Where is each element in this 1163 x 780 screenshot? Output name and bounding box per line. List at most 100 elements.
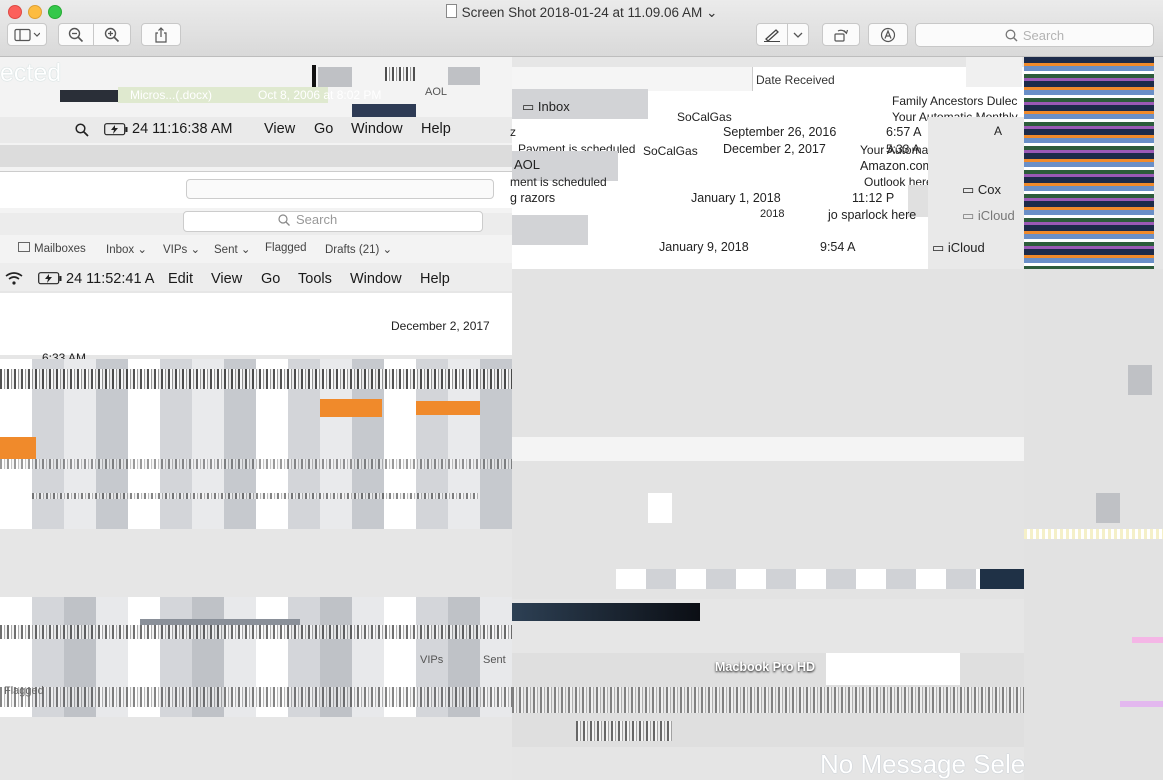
menubar-clock: 24 11:16:38 AM <box>132 121 233 137</box>
menu-edit[interactable]: Edit <box>168 271 193 287</box>
inbox-icon: ▭ <box>962 208 978 223</box>
selected-fragment-text: ected <box>0 59 62 87</box>
date-text: December 2, 2017 <box>723 142 826 156</box>
zoom-out-button[interactable] <box>58 23 94 46</box>
glitch-block <box>512 215 588 245</box>
inbox-icon: ▭ <box>522 99 538 114</box>
mailbox-inbox[interactable]: ▭ Inbox <box>522 99 570 115</box>
glitch-block <box>512 67 752 91</box>
sent-button[interactable]: Sent ⌄ <box>214 242 251 256</box>
wifi-icon <box>5 272 23 285</box>
menu-help-2[interactable]: Help <box>420 271 450 287</box>
menu-view-2[interactable]: View <box>211 271 242 287</box>
glitch-block <box>312 65 316 87</box>
mailboxes-button[interactable]: Mailboxes <box>18 242 86 255</box>
aol-small-text: AOL <box>425 86 448 98</box>
annotate-button[interactable] <box>868 23 908 46</box>
mailbox-icon <box>18 242 30 252</box>
glitch-block <box>966 57 1022 87</box>
glitch-center-area <box>512 269 1024 599</box>
inbox-button[interactable]: Inbox ⌄ <box>106 242 147 256</box>
doc-name-text: Micros...(.docx) <box>130 88 213 102</box>
markup-menu-button[interactable] <box>787 23 809 46</box>
glitch-block <box>448 67 480 85</box>
drafts-button[interactable]: Drafts (21) ⌄ <box>325 242 392 256</box>
flagged-button[interactable]: Flagged <box>265 242 307 254</box>
menu-window-2[interactable]: Window <box>350 271 402 287</box>
subject-text: Family Ancestors Dulec <box>892 94 1018 108</box>
sidebar-icon <box>14 28 40 41</box>
chevron-down-icon <box>793 32 803 38</box>
glitch-block <box>352 104 416 118</box>
mailbox-icloud-2[interactable]: ▭ iCloud <box>932 240 985 256</box>
glitch-block <box>1024 529 1163 539</box>
vips-button[interactable]: VIPs ⌄ <box>163 242 200 256</box>
glitch-mosaic <box>0 625 512 639</box>
document-icon <box>445 4 457 18</box>
time-text: 9:54 A <box>820 240 856 254</box>
menu-window[interactable]: Window <box>351 121 403 137</box>
search-field-2-placeholder: Search <box>296 212 338 227</box>
zoom-in-icon <box>104 27 120 42</box>
glitch-mosaic <box>0 369 512 389</box>
mailbox-icloud[interactable]: ▭ iCloud <box>962 208 1015 224</box>
rotate-icon <box>834 29 849 42</box>
window-title[interactable]: Screen Shot 2018-01-24 at 11.09.06 AM ⌄ <box>0 4 1163 21</box>
date-text: 2018 <box>760 208 785 220</box>
glitch-block <box>385 67 415 81</box>
glitch-mosaic <box>576 721 672 741</box>
mailbox-aol[interactable]: AOL <box>514 157 540 172</box>
annotate-icon <box>880 27 896 42</box>
glitch-block <box>60 90 118 102</box>
screenshot-image: ected Micros...(.docx) Oct 8, 2006 at 8:… <box>0 57 1163 780</box>
glitch-block <box>1132 637 1163 643</box>
glitch-block <box>318 67 352 87</box>
glitch-mosaic <box>616 569 1024 589</box>
search-icon <box>75 123 89 137</box>
date-text: January 1, 2018 <box>691 191 781 205</box>
macbook-pro-hd-label: Macbook Pro HD <box>715 660 816 674</box>
glitch-mosaic <box>0 687 512 707</box>
pen-icon <box>764 28 780 42</box>
sidebar-toggle-button[interactable] <box>7 23 47 46</box>
search-input[interactable]: Search <box>915 23 1154 47</box>
glitch-letter: A <box>994 124 1003 138</box>
glitch-orange-block <box>0 437 36 459</box>
rotate-button[interactable] <box>822 23 860 46</box>
menu-view[interactable]: View <box>264 121 295 137</box>
bottom-vips-text: VIPs <box>420 654 444 666</box>
menu-go-2[interactable]: Go <box>261 271 280 287</box>
bottom-sent-text: Sent <box>483 654 506 666</box>
glitch-block <box>1128 365 1152 395</box>
share-button[interactable] <box>141 23 181 46</box>
window-toolbar: Screen Shot 2018-01-24 at 11.09.06 AM ⌄ … <box>0 0 1163 57</box>
subject-text: g razors <box>510 191 556 205</box>
payment-text: ment is scheduled <box>510 175 607 189</box>
date-text: September 26, 2016 <box>723 125 837 139</box>
zoom-out-icon <box>68 27 84 42</box>
glitch-text: z <box>510 125 516 139</box>
glitch-toolbar-strip <box>0 145 512 167</box>
markup-button[interactable] <box>756 23 788 46</box>
date-received-column-header[interactable]: Date Received <box>756 73 835 87</box>
glitch-block <box>1120 701 1163 707</box>
battery-charging-icon <box>38 272 62 285</box>
zoom-in-button[interactable] <box>93 23 131 46</box>
chevron-down-icon: ⌄ <box>706 5 718 20</box>
search-placeholder: Search <box>1022 27 1065 43</box>
subject-text: jo sparlock here <box>828 208 917 222</box>
glitch-block <box>826 653 960 685</box>
search-icon <box>1005 29 1018 42</box>
glitch-block <box>980 569 1024 589</box>
glitch-block <box>512 437 1024 461</box>
inbox-icon: ▭ <box>932 240 948 255</box>
glitch-block <box>1096 493 1120 523</box>
no-message-selected-text: No Message Sele <box>820 749 1026 779</box>
menu-help[interactable]: Help <box>421 121 451 137</box>
sender-text: SoCalGas <box>677 110 732 124</box>
menubar-clock-2: 24 11:52:41 A <box>66 271 155 287</box>
mailbox-cox[interactable]: ▭ Cox <box>962 182 1001 198</box>
time-text: 6:57 A <box>886 125 922 139</box>
menu-tools[interactable]: Tools <box>298 271 332 287</box>
menu-go[interactable]: Go <box>314 121 333 137</box>
